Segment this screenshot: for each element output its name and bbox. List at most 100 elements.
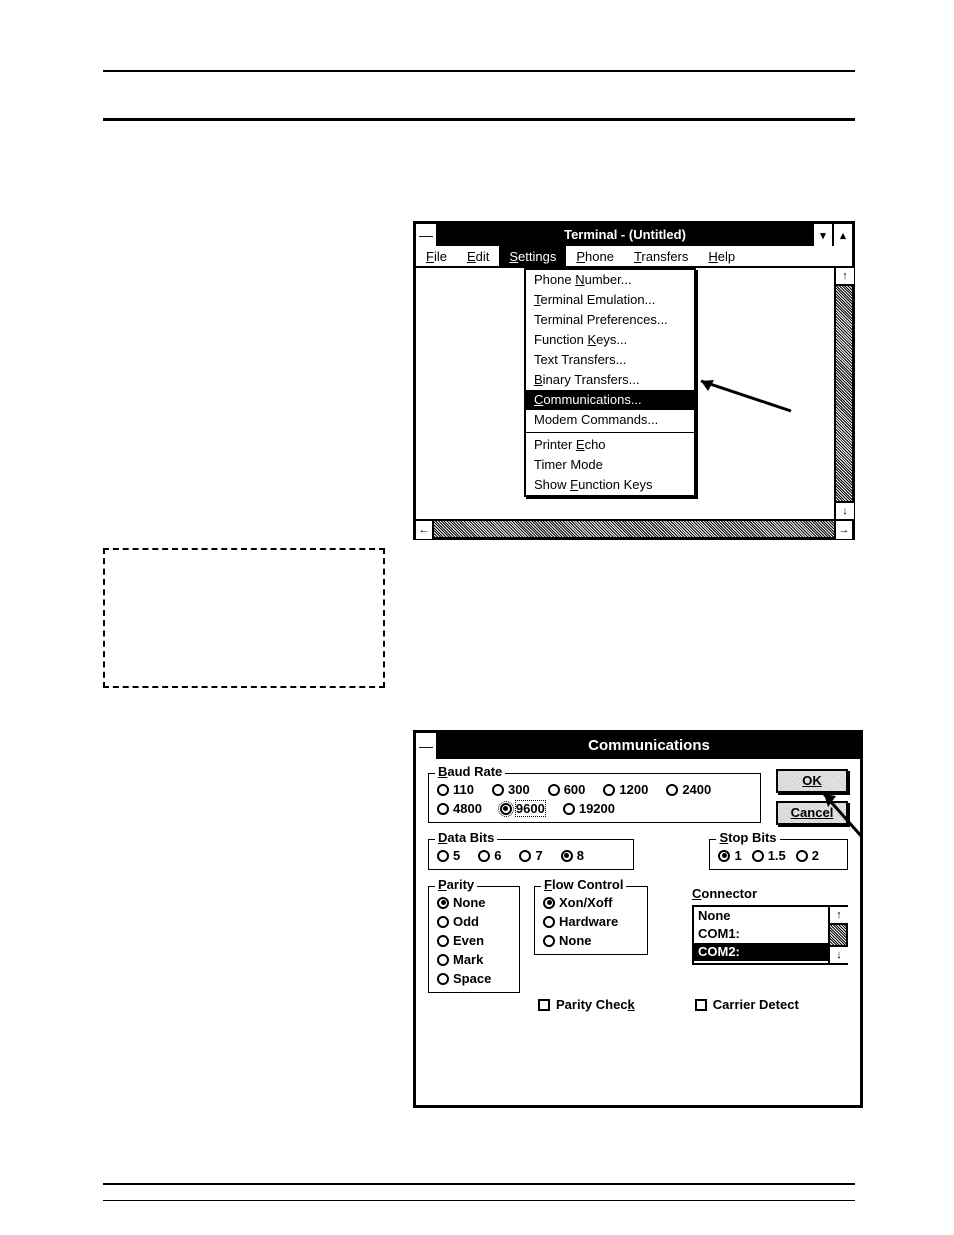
terminal-window: — Terminal - (Untitled) ▾ ▴ File Edit Se… <box>413 221 855 540</box>
baud-2400[interactable]: 2400 <box>666 782 711 797</box>
flow-control-group: Flow Control Xon/Xoff Hardware None <box>534 886 648 955</box>
radio-icon <box>563 803 575 815</box>
checkbox-icon <box>695 999 707 1011</box>
dd-printer-echo[interactable]: Printer Echo <box>526 435 694 455</box>
baud-options: 110 300 600 1200 2400 4800 9600 19200 <box>437 782 752 816</box>
parity-space[interactable]: Space <box>437 971 511 986</box>
radio-icon <box>543 916 555 928</box>
baud-19200[interactable]: 19200 <box>563 801 615 816</box>
stopbits-2[interactable]: 2 <box>796 848 819 863</box>
radio-icon <box>437 954 449 966</box>
vertical-scrollbar[interactable]: ↑ ↓ <box>834 268 852 519</box>
scroll-up-icon[interactable]: ↑ <box>830 907 848 925</box>
sysmenu-glyph: — <box>419 738 433 754</box>
scroll-track-h[interactable] <box>434 521 834 537</box>
connector-listbox[interactable]: None COM1: COM2: ↑ ↓ <box>692 905 848 965</box>
menu-help[interactable]: Help <box>698 246 745 266</box>
radio-icon <box>437 784 449 796</box>
dd-function-keys[interactable]: Function Keys... <box>526 330 694 350</box>
horizontal-scrollbar[interactable]: ← → <box>416 519 852 537</box>
dd-show-function-keys[interactable]: Show Function Keys <box>526 475 694 495</box>
carrier-detect-checkbox[interactable]: Carrier Detect <box>695 997 799 1012</box>
cancel-button[interactable]: Cancel <box>776 801 848 825</box>
system-menu-icon[interactable]: — <box>416 224 438 246</box>
settings-dropdown: Phone Number... Terminal Emulation... Te… <box>524 268 696 497</box>
baud-rate-group: Baud Rate 110 300 600 1200 2400 4800 960… <box>428 773 761 823</box>
dd-timer-mode[interactable]: Timer Mode <box>526 455 694 475</box>
communications-title: Communications <box>438 733 860 759</box>
sysmenu-glyph: — <box>419 227 433 243</box>
connector-label: Connector <box>692 886 848 901</box>
minimize-button[interactable]: ▾ <box>812 224 832 246</box>
baud-9600[interactable]: 9600 <box>500 801 545 816</box>
radio-icon <box>437 916 449 928</box>
stopbits-1[interactable]: 1 <box>718 848 741 863</box>
scroll-left-icon[interactable]: ← <box>416 521 434 539</box>
radio-icon <box>603 784 615 796</box>
scroll-right-icon[interactable]: → <box>834 521 852 539</box>
radio-icon <box>500 803 512 815</box>
radio-icon <box>543 897 555 909</box>
dd-modem-commands[interactable]: Modem Commands... <box>526 410 694 430</box>
radio-icon <box>437 850 449 862</box>
dd-communications[interactable]: Communications... <box>526 390 694 410</box>
baud-4800[interactable]: 4800 <box>437 801 482 816</box>
menu-settings[interactable]: Settings <box>499 246 566 266</box>
dd-terminal-emulation[interactable]: Terminal Emulation... <box>526 290 694 310</box>
menu-edit[interactable]: Edit <box>457 246 499 266</box>
scroll-down-icon[interactable]: ↓ <box>836 501 854 519</box>
menu-phone[interactable]: Phone <box>566 246 624 266</box>
terminal-title: Terminal - (Untitled) <box>438 224 812 246</box>
flow-hardware[interactable]: Hardware <box>543 914 639 929</box>
parity-group: Parity None Odd Even Mark Space <box>428 886 520 993</box>
connector-item-com2[interactable]: COM2: <box>694 943 828 961</box>
radio-icon <box>718 850 730 862</box>
radio-icon <box>437 973 449 985</box>
menu-transfers[interactable]: Transfers <box>624 246 698 266</box>
scroll-up-icon[interactable]: ↑ <box>836 268 854 286</box>
parity-check-checkbox[interactable]: Parity Check <box>538 997 635 1012</box>
radio-icon <box>543 935 555 947</box>
parity-even[interactable]: Even <box>437 933 511 948</box>
baud-110[interactable]: 110 <box>437 782 474 797</box>
parity-odd[interactable]: Odd <box>437 914 511 929</box>
baud-1200[interactable]: 1200 <box>603 782 648 797</box>
baud-300[interactable]: 300 <box>492 782 530 797</box>
rule-bottom-thick <box>103 1183 855 1185</box>
dd-terminal-preferences[interactable]: Terminal Preferences... <box>526 310 694 330</box>
stopbits-1-5[interactable]: 1.5 <box>752 848 786 863</box>
parity-none[interactable]: None <box>437 895 511 910</box>
menu-file[interactable]: File <box>416 246 457 266</box>
note-box <box>103 548 385 688</box>
dd-phone-number[interactable]: Phone Number... <box>526 270 694 290</box>
scroll-track-v[interactable] <box>830 925 846 945</box>
dialog-system-menu-icon[interactable]: — <box>416 733 438 759</box>
scroll-down-icon[interactable]: ↓ <box>830 945 848 963</box>
scroll-track-v[interactable] <box>836 286 852 501</box>
radio-icon <box>478 850 490 862</box>
connector-item-com1[interactable]: COM1: <box>694 925 828 943</box>
dd-binary-transfers[interactable]: Binary Transfers... <box>526 370 694 390</box>
databits-6[interactable]: 6 <box>478 848 501 863</box>
stop-bits-legend: Stop Bits <box>716 830 779 845</box>
dd-text-transfers[interactable]: Text Transfers... <box>526 350 694 370</box>
maximize-button[interactable]: ▴ <box>832 224 852 246</box>
connector-scrollbar[interactable]: ↑ ↓ <box>828 907 846 963</box>
checkbox-icon <box>538 999 550 1011</box>
radio-icon <box>492 784 504 796</box>
data-bits-group: Data Bits 5 6 7 8 <box>428 839 634 870</box>
dropdown-separator <box>526 432 694 433</box>
ok-button[interactable]: OK <box>776 769 848 793</box>
flow-none[interactable]: None <box>543 933 639 948</box>
radio-icon <box>752 850 764 862</box>
databits-8[interactable]: 8 <box>561 848 584 863</box>
databits-5[interactable]: 5 <box>437 848 460 863</box>
rule-top-thin <box>103 70 855 72</box>
flow-legend: Flow Control <box>541 877 626 892</box>
databits-7[interactable]: 7 <box>519 848 542 863</box>
parity-mark[interactable]: Mark <box>437 952 511 967</box>
baud-600[interactable]: 600 <box>548 782 586 797</box>
flow-xonxoff[interactable]: Xon/Xoff <box>543 895 639 910</box>
connector-item-none[interactable]: None <box>694 907 828 925</box>
radio-icon <box>519 850 531 862</box>
